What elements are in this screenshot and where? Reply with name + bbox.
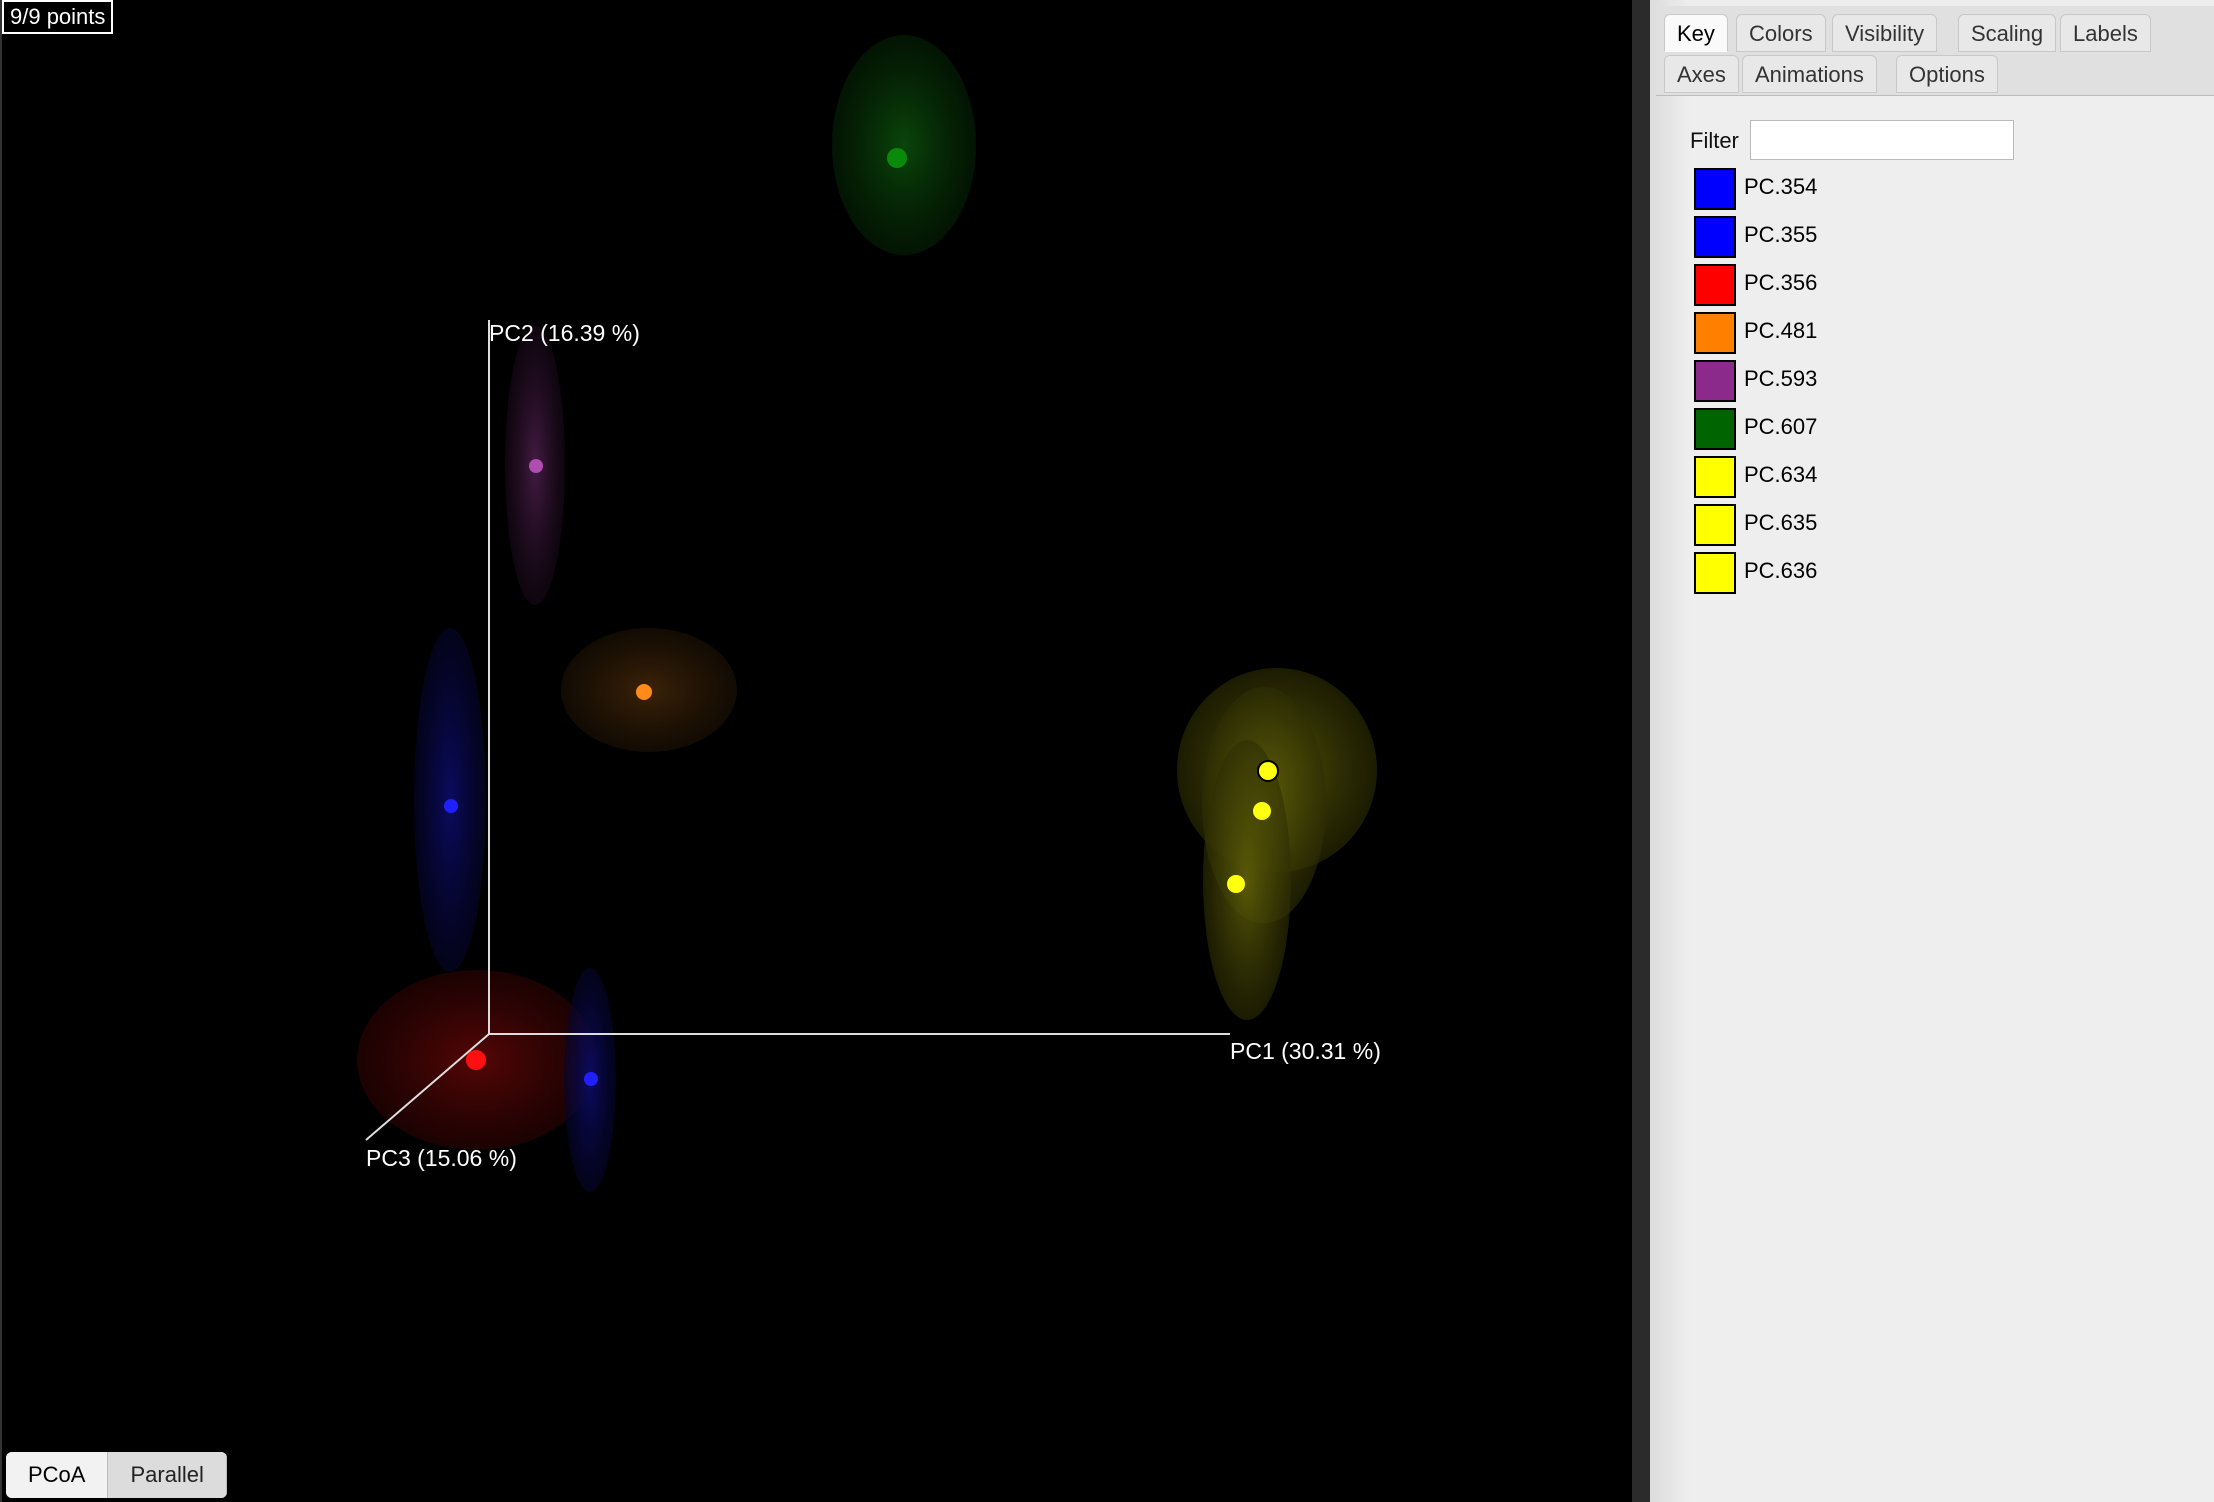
- scatter-canvas[interactable]: [2, 0, 1634, 1502]
- point-pc635[interactable]: [1253, 802, 1271, 820]
- filter-label: Filter: [1690, 128, 1739, 153]
- filter-input[interactable]: [1750, 120, 2014, 160]
- key-label: PC.607: [1744, 414, 1818, 439]
- key-label: PC.356: [1744, 270, 1818, 295]
- color-swatch[interactable]: [1694, 552, 1736, 594]
- key-label: PC.354: [1744, 174, 1818, 199]
- color-swatch[interactable]: [1694, 360, 1736, 402]
- tab-options[interactable]: Options: [1896, 55, 1998, 93]
- key-label: PC.636: [1744, 558, 1818, 583]
- point-pc356[interactable]: [466, 1050, 486, 1070]
- color-swatch[interactable]: [1694, 168, 1736, 210]
- tab-axes[interactable]: Axes: [1664, 55, 1739, 93]
- pcoa-3d-viewer[interactable]: 9/9 points PC2 (16.39 %) PC1 (30.31 %) P…: [0, 0, 1632, 1502]
- key-label: PC.481: [1744, 318, 1818, 343]
- point-pc634[interactable]: [1257, 760, 1279, 782]
- axis-pc2-label: PC2 (16.39 %): [489, 320, 640, 346]
- color-swatch[interactable]: [1694, 216, 1736, 258]
- settings-panel: Key Colors Visibility Scaling Labels Axe…: [1650, 0, 2214, 1502]
- color-swatch[interactable]: [1694, 408, 1736, 450]
- view-mode-tabs: PCoA Parallel: [6, 1452, 227, 1498]
- point-pc607[interactable]: [887, 148, 907, 168]
- tab-animations[interactable]: Animations: [1742, 55, 1877, 93]
- key-label: PC.634: [1744, 462, 1818, 487]
- panel-tabbar: Key Colors Visibility Scaling Labels Axe…: [1656, 6, 2214, 96]
- tab-visibility[interactable]: Visibility: [1832, 14, 1938, 52]
- tab-colors[interactable]: Colors: [1736, 14, 1826, 52]
- tab-pcoa[interactable]: PCoA: [6, 1452, 109, 1498]
- color-swatch[interactable]: [1694, 504, 1736, 546]
- axis-pc1-label: PC1 (30.31 %): [1230, 1038, 1381, 1064]
- key-label: PC.355: [1744, 222, 1818, 247]
- point-pc593[interactable]: [529, 459, 543, 473]
- tab-parallel[interactable]: Parallel: [108, 1452, 227, 1498]
- point-pc354[interactable]: [444, 799, 458, 813]
- ellipsoid-pc607: [832, 35, 976, 255]
- color-swatch[interactable]: [1694, 312, 1736, 354]
- point-count-badge: 9/9 points: [2, 0, 114, 34]
- ellipsoid-pc636: [1203, 740, 1291, 1020]
- color-swatch[interactable]: [1694, 456, 1736, 498]
- axis-pc3-label: PC3 (15.06 %): [366, 1145, 517, 1171]
- tab-scaling[interactable]: Scaling: [1958, 14, 2057, 52]
- tab-labels[interactable]: Labels: [2060, 14, 2151, 52]
- panel-resize-handle[interactable]: [1632, 0, 1650, 1502]
- tab-key[interactable]: Key: [1664, 14, 1728, 52]
- color-swatch[interactable]: [1694, 264, 1736, 306]
- key-label: PC.635: [1744, 510, 1818, 535]
- point-pc481[interactable]: [636, 684, 652, 700]
- point-pc636[interactable]: [1227, 875, 1245, 893]
- point-pc355[interactable]: [584, 1072, 598, 1086]
- key-label: PC.593: [1744, 366, 1818, 391]
